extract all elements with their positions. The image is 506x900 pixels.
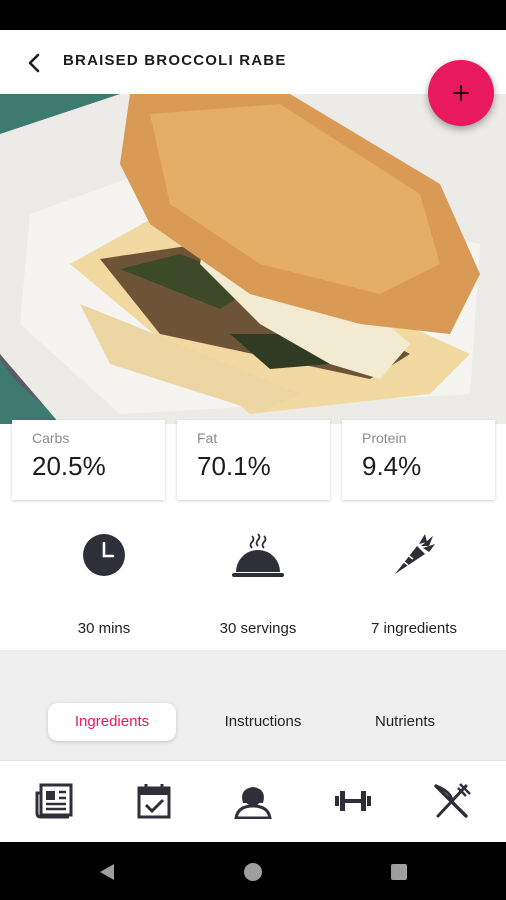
recents-square-icon[interactable] — [388, 861, 410, 883]
serving-dish-icon — [232, 533, 284, 577]
tab-ingredients[interactable]: Ingredients — [48, 703, 176, 741]
nav-news[interactable] — [35, 781, 75, 821]
macro-label: Protein — [362, 430, 407, 446]
plus-icon — [453, 85, 469, 101]
stat-ingredients: 7 ingredients — [334, 532, 494, 642]
carrot-icon — [395, 534, 435, 574]
stat-servings-label: 30 servings — [219, 620, 297, 637]
add-button[interactable] — [428, 60, 494, 126]
nav-profile[interactable] — [233, 781, 273, 821]
nav-recipes[interactable] — [432, 781, 472, 821]
macro-label: Carbs — [32, 430, 70, 446]
bottom-navigation — [0, 760, 506, 843]
home-circle-icon[interactable] — [242, 861, 264, 883]
back-button[interactable] — [18, 48, 50, 78]
sandwich-image — [0, 94, 506, 424]
stat-ingredients-label: 7 ingredients — [371, 620, 457, 637]
back-triangle-icon[interactable] — [96, 861, 118, 883]
macro-card-protein: Protein 9.4% — [342, 420, 495, 500]
nav-calendar[interactable] — [134, 781, 174, 821]
page-title: BRAISED BROCCOLI RABE — [63, 52, 287, 69]
newspaper-icon — [35, 783, 73, 819]
macro-card-fat: Fat 70.1% — [177, 420, 330, 500]
macro-value: 70.1% — [197, 451, 271, 481]
macro-label: Fat — [197, 430, 218, 446]
recipe-photo — [0, 94, 506, 424]
user-icon — [234, 787, 272, 819]
system-navigation-bar — [0, 842, 506, 900]
tab-bar-area: Ingredients Instructions Nutrients — [0, 650, 506, 760]
dumbbell-icon — [335, 791, 371, 811]
calendar-check-icon — [137, 784, 171, 819]
status-bar — [0, 0, 506, 30]
arrow-left-icon — [28, 53, 40, 73]
tab-instructions[interactable]: Instructions — [200, 703, 326, 741]
clock-icon — [83, 534, 125, 576]
macro-card-carbs: Carbs 20.5% — [12, 420, 165, 500]
tab-nutrients[interactable]: Nutrients — [346, 703, 464, 741]
macros-summary: Carbs 20.5% Fat 70.1% Protein 9.4% — [0, 420, 506, 512]
fork-knife-icon — [434, 783, 471, 818]
stat-time-label: 30 mins — [77, 620, 131, 637]
nav-workout[interactable] — [333, 781, 373, 821]
recipe-stats: 30 mins 30 servings 7 ingredients — [0, 514, 506, 650]
macro-value: 9.4% — [362, 451, 422, 481]
macro-value: 20.5% — [32, 451, 106, 481]
stat-servings: 30 servings — [178, 532, 338, 642]
stat-time: 30 mins — [24, 532, 184, 642]
